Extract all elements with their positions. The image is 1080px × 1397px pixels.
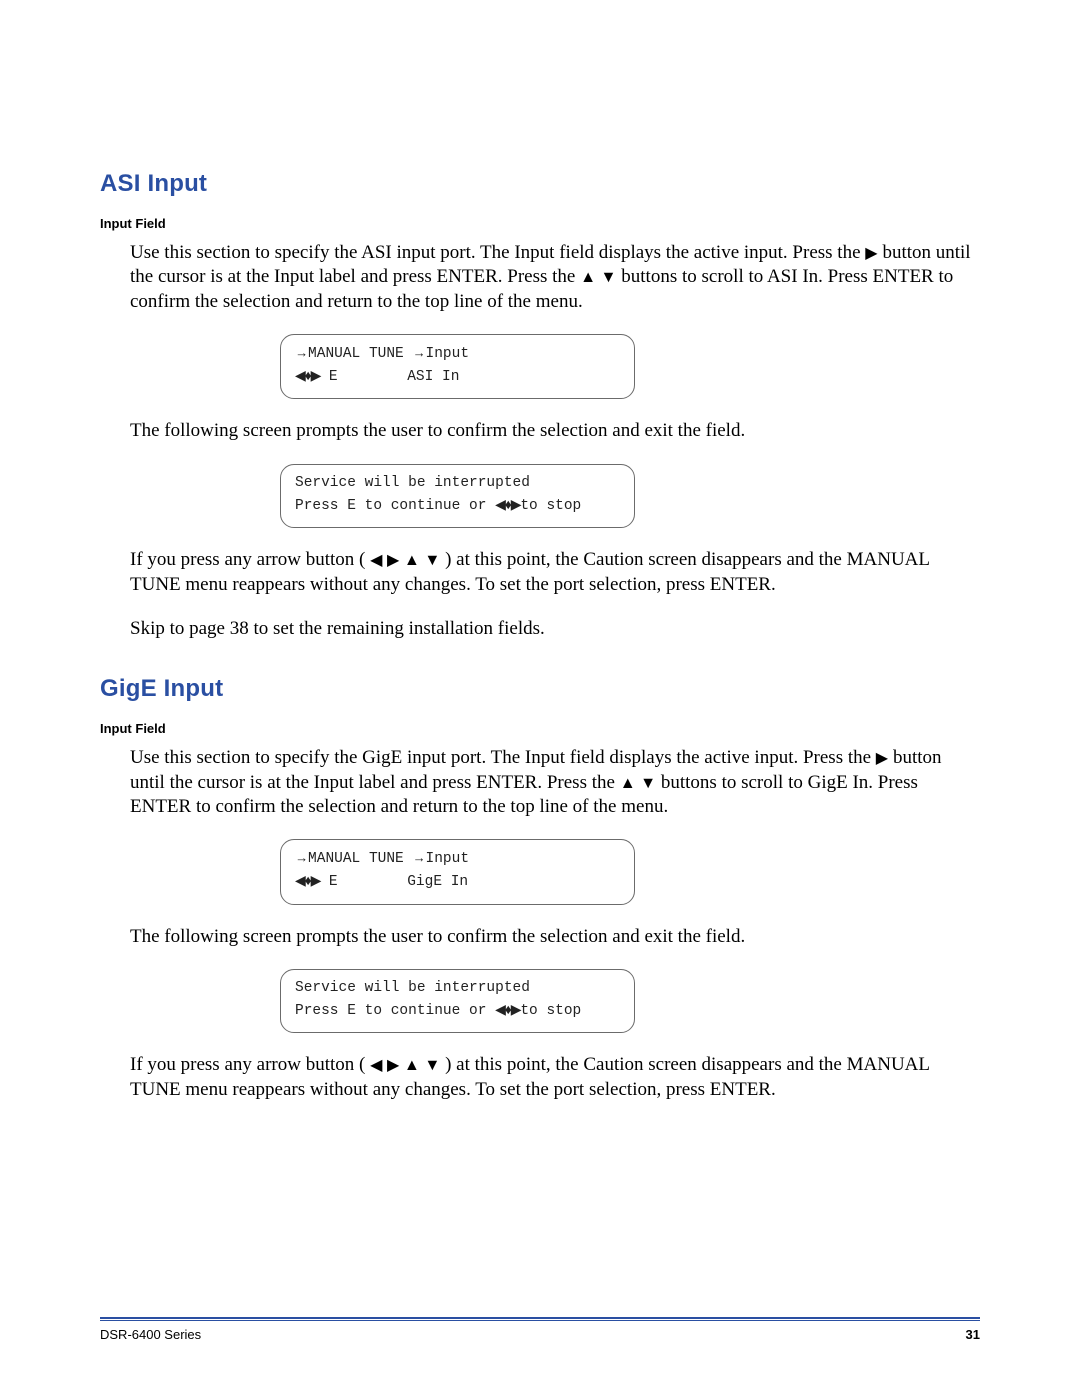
- page-footer: DSR-6400 Series 31: [100, 1317, 980, 1342]
- arrow-right-icon: →: [295, 343, 308, 363]
- section-gige-input: GigE Input Input Field Use this section …: [100, 675, 980, 1102]
- lcd-text: Press E to continue or: [295, 1003, 495, 1019]
- arrow-right-icon: →: [412, 848, 425, 868]
- gige-paragraph-2: The following screen prompts the user to…: [130, 925, 980, 949]
- all-arrows-icon: ◀ ▶ ▲ ▼: [370, 1055, 440, 1076]
- right-arrow-icon: ▶: [865, 243, 877, 264]
- lcd-text: Input: [426, 851, 470, 867]
- lcd-text: MANUAL TUNE: [308, 346, 412, 362]
- lcd-text: E ASI In: [320, 369, 459, 385]
- gige-paragraph-3: If you press any arrow button ( ◀ ▶ ▲ ▼ …: [130, 1053, 980, 1102]
- lcd-text: to stop: [520, 1003, 581, 1019]
- gige-lcd-screen-1: →MANUAL TUNE →Input ◀♦▶ E GigE In: [280, 839, 635, 905]
- up-down-arrow-icon: ▲ ▼: [620, 773, 656, 794]
- footer-page-number: 31: [966, 1327, 980, 1342]
- text: Use this section to specify the ASI inpu…: [130, 242, 865, 263]
- asi-lcd-screen-1: →MANUAL TUNE →Input ◀♦▶ E ASI In: [280, 334, 635, 400]
- subhead-asi-input-field: Input Field: [100, 216, 980, 231]
- nav-cluster-icon: ◀♦▶: [295, 368, 320, 383]
- footer-product: DSR-6400 Series: [100, 1327, 201, 1342]
- heading-asi-input: ASI Input: [100, 170, 980, 198]
- lcd-text: Service will be interrupted: [295, 980, 530, 996]
- asi-paragraph-1: Use this section to specify the ASI inpu…: [130, 241, 980, 314]
- gige-lcd-screen-2: Service will be interrupted Press E to c…: [280, 969, 635, 1034]
- lcd-text: to stop: [520, 498, 581, 514]
- nav-cluster-icon: ◀♦▶: [495, 1002, 520, 1017]
- nav-cluster-icon: ◀♦▶: [295, 873, 320, 888]
- up-down-arrow-icon: ▲ ▼: [580, 267, 616, 288]
- lcd-text: Press E to continue or: [295, 498, 495, 514]
- section-asi-input: ASI Input Input Field Use this section t…: [100, 170, 980, 641]
- text: If you press any arrow button (: [130, 1054, 370, 1075]
- arrow-right-icon: →: [412, 343, 425, 363]
- all-arrows-icon: ◀ ▶ ▲ ▼: [370, 550, 440, 571]
- right-arrow-icon: ▶: [876, 748, 888, 769]
- lcd-text: Input: [426, 346, 470, 362]
- heading-gige-input: GigE Input: [100, 675, 980, 703]
- lcd-text: E GigE In: [320, 874, 468, 890]
- asi-lcd-screen-2: Service will be interrupted Press E to c…: [280, 464, 635, 529]
- arrow-right-icon: →: [295, 848, 308, 868]
- text: Use this section to specify the GigE inp…: [130, 747, 876, 768]
- asi-paragraph-3: If you press any arrow button ( ◀ ▶ ▲ ▼ …: [130, 548, 980, 597]
- lcd-text: MANUAL TUNE: [308, 851, 412, 867]
- asi-paragraph-2: The following screen prompts the user to…: [130, 419, 980, 443]
- text: If you press any arrow button (: [130, 549, 370, 570]
- lcd-text: Service will be interrupted: [295, 475, 530, 491]
- subhead-gige-input-field: Input Field: [100, 721, 980, 736]
- nav-cluster-icon: ◀♦▶: [495, 497, 520, 512]
- gige-paragraph-1: Use this section to specify the GigE inp…: [130, 746, 980, 819]
- asi-paragraph-4: Skip to page 38 to set the remaining ins…: [130, 617, 980, 641]
